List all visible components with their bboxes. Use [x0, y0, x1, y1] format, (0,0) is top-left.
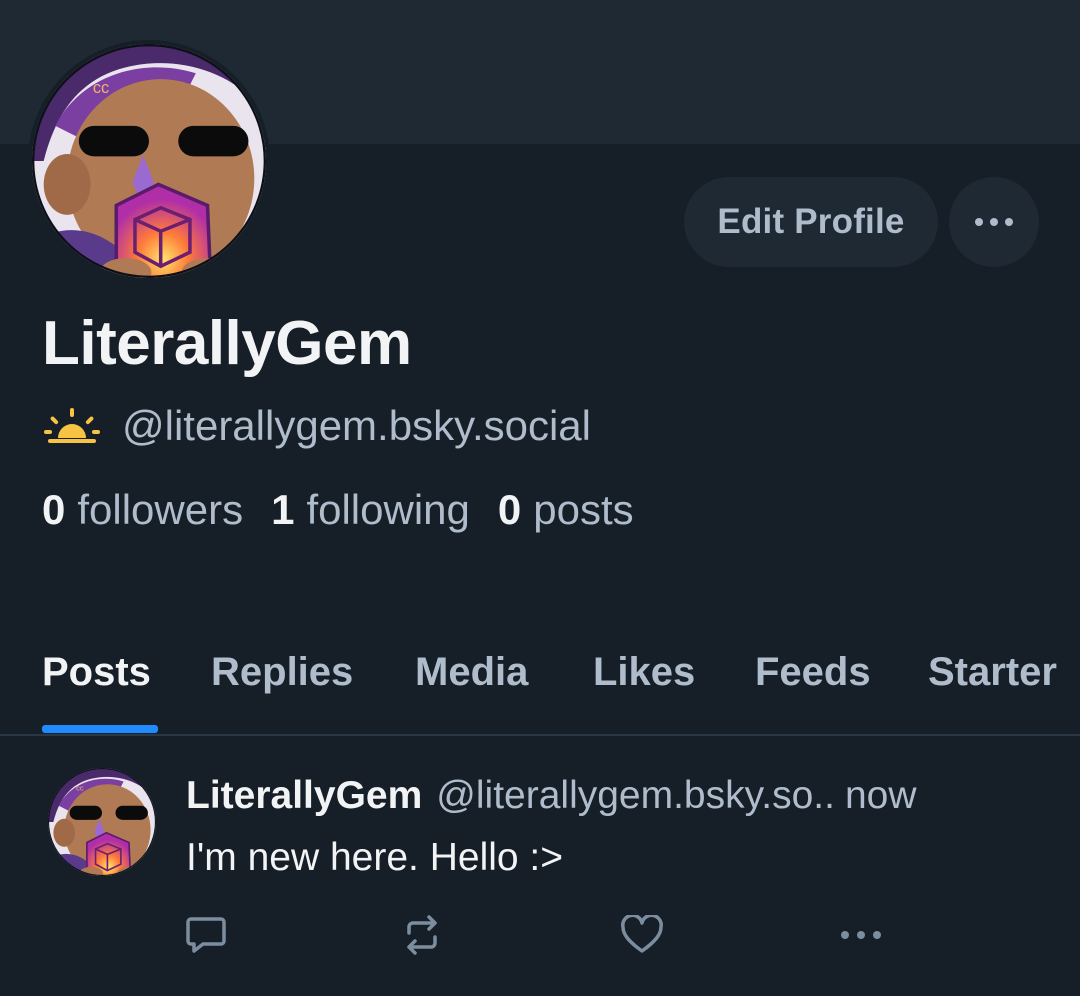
- post-header: LiterallyGem @literallygem.bsky.so.. now: [186, 774, 916, 818]
- profile-handle: @literallygem.bsky.social: [122, 402, 591, 449]
- post-author-avatar[interactable]: [48, 768, 156, 876]
- profile-stats: 0 followers 1 following 0 posts: [42, 486, 662, 534]
- ellipsis-icon: [975, 218, 1013, 226]
- post-author-name[interactable]: LiterallyGem: [186, 774, 422, 818]
- edit-profile-button[interactable]: Edit Profile: [684, 177, 938, 267]
- tab-feeds[interactable]: Feeds: [755, 650, 871, 695]
- post-item[interactable]: LiterallyGem @literallygem.bsky.so.. now…: [0, 736, 1080, 996]
- post-author-handle[interactable]: @literallygem.bsky.so..: [436, 774, 835, 818]
- profile-more-button[interactable]: [949, 177, 1039, 267]
- display-name: LiterallyGem: [42, 309, 412, 378]
- post-text: I'm new here. Hello :>: [186, 836, 564, 879]
- tab-likes[interactable]: Likes: [593, 650, 695, 695]
- followers-stat[interactable]: 0 followers: [42, 486, 243, 534]
- handle-row: @literallygem.bsky.social: [44, 400, 591, 452]
- reply-icon: [186, 917, 226, 953]
- tab-posts[interactable]: Posts: [42, 650, 151, 695]
- repost-button[interactable]: [399, 912, 445, 958]
- profile-screen: Edit Profile LiterallyGem @literallygem.…: [0, 0, 1080, 996]
- post-timestamp[interactable]: now: [845, 774, 917, 818]
- more-icon: [841, 931, 881, 939]
- profile-tabs: Posts Replies Media Likes Feeds Starter: [0, 640, 1080, 736]
- sunrise-icon: [44, 408, 100, 443]
- posts-stat: 0 posts: [497, 486, 634, 533]
- post-more-button[interactable]: [838, 912, 884, 958]
- profile-avatar[interactable]: [28, 40, 270, 282]
- like-button[interactable]: [619, 912, 665, 958]
- tab-media[interactable]: Media: [415, 650, 528, 695]
- tab-replies[interactable]: Replies: [211, 650, 353, 695]
- active-tab-indicator: [42, 725, 158, 733]
- like-icon: [621, 915, 663, 953]
- tab-starter[interactable]: Starter: [928, 650, 1057, 695]
- reply-button[interactable]: [183, 912, 229, 958]
- repost-icon: [407, 915, 437, 955]
- following-stat[interactable]: 1 following: [271, 486, 470, 534]
